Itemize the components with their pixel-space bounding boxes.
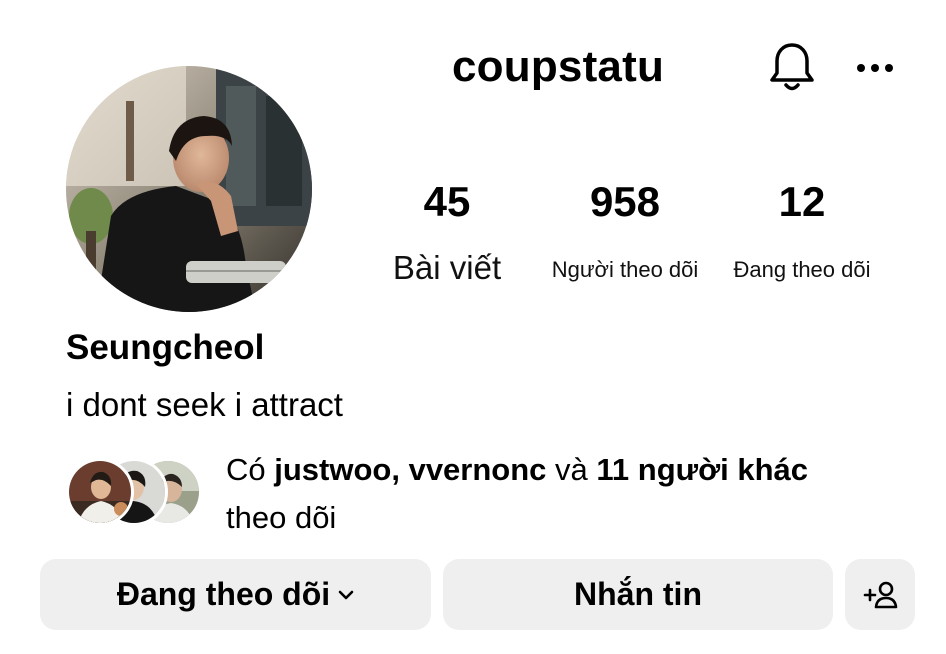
stat-followers[interactable]: 958 Người theo dõi bbox=[545, 178, 705, 285]
stat-posts: 45 Bài viết bbox=[386, 178, 508, 288]
mutual-followers-text[interactable]: Có justwoo, vvernonc và 11 người khác th… bbox=[226, 446, 916, 542]
followers-count[interactable]: 958 bbox=[545, 178, 705, 226]
mutual-prefix: Có bbox=[226, 452, 275, 487]
following-button[interactable]: Đang theo dõi bbox=[40, 559, 431, 630]
more-icon bbox=[857, 64, 893, 72]
more-options-button[interactable] bbox=[852, 48, 898, 88]
mutual-avatar bbox=[66, 458, 134, 526]
followers-label[interactable]: Người theo dõi bbox=[545, 255, 705, 285]
mutual-followers-avatars[interactable] bbox=[66, 458, 202, 528]
notifications-button[interactable] bbox=[766, 40, 818, 94]
following-button-label: Đang theo dõi bbox=[116, 576, 331, 612]
add-user-icon bbox=[863, 581, 898, 608]
profile-photo bbox=[66, 66, 312, 312]
message-button[interactable]: Nhắn tin bbox=[443, 559, 833, 630]
chevron-down-icon bbox=[338, 590, 354, 600]
posts-count: 45 bbox=[423, 178, 471, 225]
mutual-suffix: theo dõi bbox=[226, 500, 337, 535]
stat-following[interactable]: 12 Đang theo dõi bbox=[722, 178, 882, 285]
mutual-others[interactable]: 11 người khác bbox=[596, 452, 808, 487]
display-name: Seungcheol bbox=[66, 328, 265, 367]
profile-avatar[interactable] bbox=[66, 66, 312, 312]
bio-text: i dont seek i attract bbox=[66, 386, 343, 423]
mutual-connector: và bbox=[546, 452, 597, 487]
suggest-users-button[interactable] bbox=[845, 559, 915, 630]
message-button-label: Nhắn tin bbox=[574, 576, 702, 612]
following-label[interactable]: Đang theo dõi bbox=[722, 255, 882, 285]
following-count[interactable]: 12 bbox=[722, 178, 882, 226]
posts-label: Bài viết bbox=[392, 249, 502, 286]
bell-icon bbox=[770, 43, 814, 91]
mutual-names[interactable]: justwoo, vvernonc bbox=[274, 452, 546, 487]
profile-username: coupstatu bbox=[452, 42, 665, 91]
